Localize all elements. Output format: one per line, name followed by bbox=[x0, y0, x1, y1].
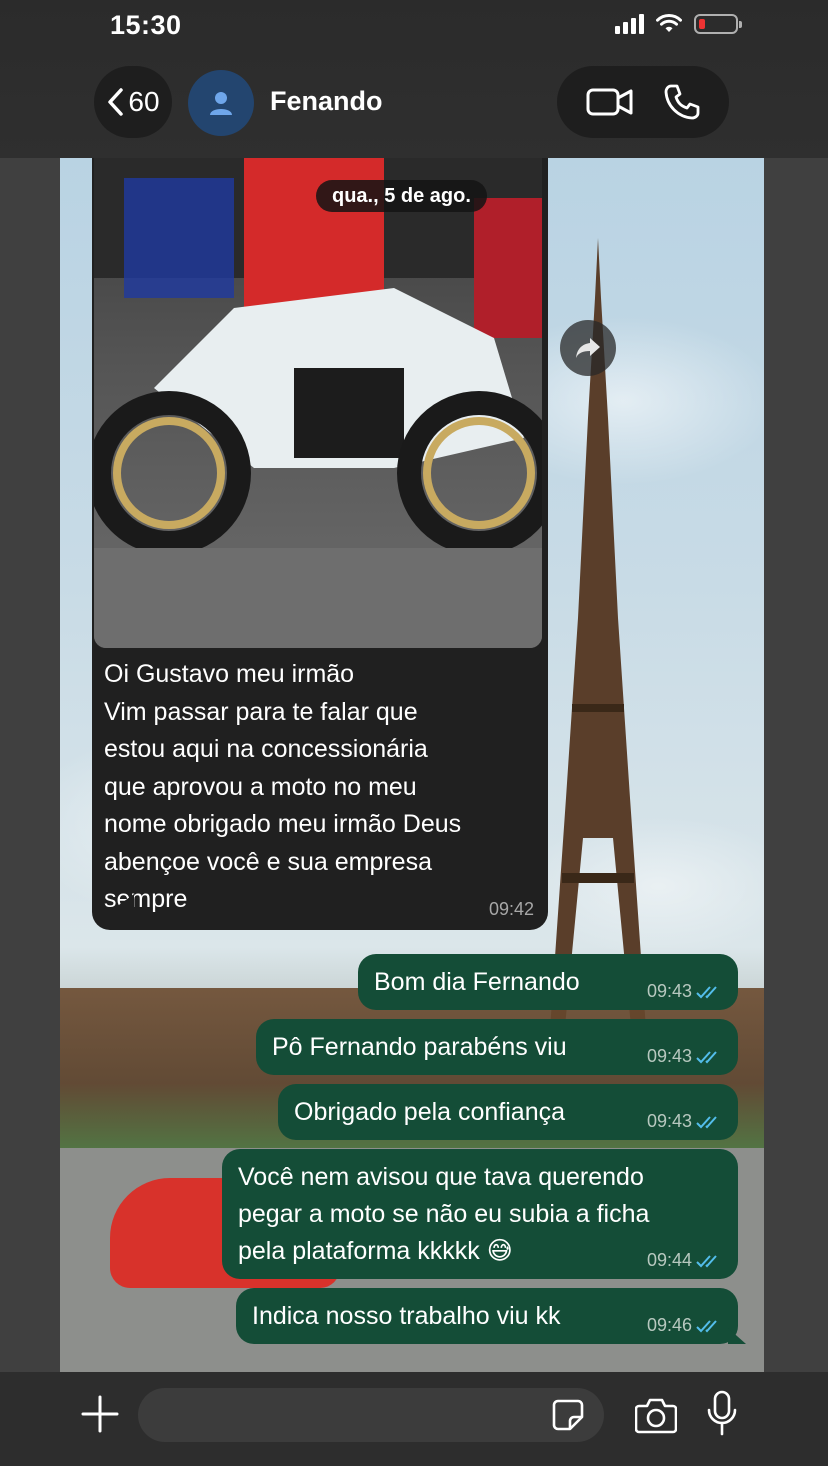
message-time: 09:46 bbox=[646, 1315, 692, 1335]
right-frame bbox=[764, 0, 828, 1466]
incoming-message-text: Oi Gustavo meu irmão Vim passar para te … bbox=[104, 656, 534, 919]
phone-icon[interactable] bbox=[663, 83, 701, 121]
outgoing-message-4[interactable]: Você nem avisou que tava querendo pegar … bbox=[222, 1149, 738, 1279]
outgoing-message-text: Indica nosso trabalho viu kk bbox=[252, 1301, 561, 1330]
left-frame bbox=[0, 0, 60, 1466]
incoming-message[interactable]: Oi Gustavo meu irmão Vim passar para te … bbox=[92, 158, 548, 930]
wifi-icon bbox=[656, 14, 682, 32]
microphone-icon[interactable] bbox=[706, 1390, 738, 1438]
status-icons bbox=[615, 14, 742, 34]
message-input[interactable] bbox=[138, 1388, 604, 1442]
camera-icon[interactable] bbox=[635, 1396, 677, 1434]
message-time: 09:44 bbox=[646, 1250, 692, 1270]
incoming-message-time: 09:42 bbox=[488, 899, 534, 919]
double-check-icon bbox=[696, 1115, 717, 1128]
chat-area[interactable]: Oi Gustavo meu irmão Vim passar para te … bbox=[60, 158, 764, 1372]
composer-bar bbox=[0, 1372, 828, 1466]
double-check-icon bbox=[696, 1254, 717, 1267]
double-check-icon bbox=[696, 1319, 717, 1332]
contact-avatar[interactable] bbox=[188, 70, 254, 136]
incoming-line: Oi Gustavo meu irmão bbox=[104, 660, 355, 688]
outgoing-message-1[interactable]: Bom dia Fernando 09:43 bbox=[358, 954, 738, 1010]
plus-icon[interactable] bbox=[80, 1394, 120, 1434]
back-button[interactable]: 60 bbox=[94, 66, 172, 138]
outgoing-message-3[interactable]: Obrigado pela confiança 09:43 bbox=[278, 1084, 738, 1140]
contact-name[interactable]: Fenando bbox=[270, 86, 383, 117]
outgoing-message-meta: 09:43 bbox=[647, 981, 722, 1002]
message-time: 09:43 bbox=[646, 981, 692, 1001]
chat-header: 15:30 60 Fenando bbox=[0, 0, 828, 158]
video-camera-icon[interactable] bbox=[586, 87, 634, 117]
message-time: 09:43 bbox=[646, 1046, 692, 1066]
outgoing-message-text: Você nem avisou que tava querendo pegar … bbox=[238, 1163, 650, 1265]
outgoing-message-5[interactable]: Indica nosso trabalho viu kk 09:46 bbox=[236, 1288, 746, 1344]
person-icon bbox=[210, 92, 232, 115]
call-buttons bbox=[557, 66, 729, 138]
date-chip: qua., 5 de ago. bbox=[316, 180, 487, 212]
double-check-icon bbox=[696, 1050, 717, 1063]
motorcycle-photo[interactable] bbox=[94, 158, 542, 648]
sticker-icon[interactable] bbox=[552, 1399, 584, 1431]
outgoing-message-text: Bom dia Fernando bbox=[374, 967, 580, 996]
double-check-icon bbox=[696, 985, 717, 998]
status-time: 15:30 bbox=[110, 10, 182, 40]
outgoing-message-text: Pô Fernando parabéns viu bbox=[272, 1032, 567, 1061]
forward-icon bbox=[576, 338, 600, 358]
unread-count: 60 bbox=[128, 86, 160, 117]
outgoing-message-meta: 09:44 bbox=[647, 1250, 722, 1271]
outgoing-message-meta: 09:43 bbox=[647, 1046, 722, 1067]
forward-button[interactable] bbox=[560, 320, 616, 376]
motorcycle-image bbox=[94, 158, 542, 648]
outgoing-message-2[interactable]: Pô Fernando parabéns viu 09:43 bbox=[256, 1019, 738, 1075]
signal-icon bbox=[615, 14, 644, 34]
chevron-left-icon bbox=[108, 88, 124, 116]
outgoing-message-text: Obrigado pela confiança bbox=[294, 1097, 566, 1126]
outgoing-message-meta: 09:43 bbox=[647, 1111, 722, 1132]
incoming-line: Vim passar para te falar que estou aqui n… bbox=[104, 697, 462, 914]
message-time: 09:43 bbox=[646, 1111, 692, 1131]
outgoing-message-meta: 09:46 bbox=[647, 1315, 722, 1336]
battery-icon bbox=[694, 14, 742, 34]
